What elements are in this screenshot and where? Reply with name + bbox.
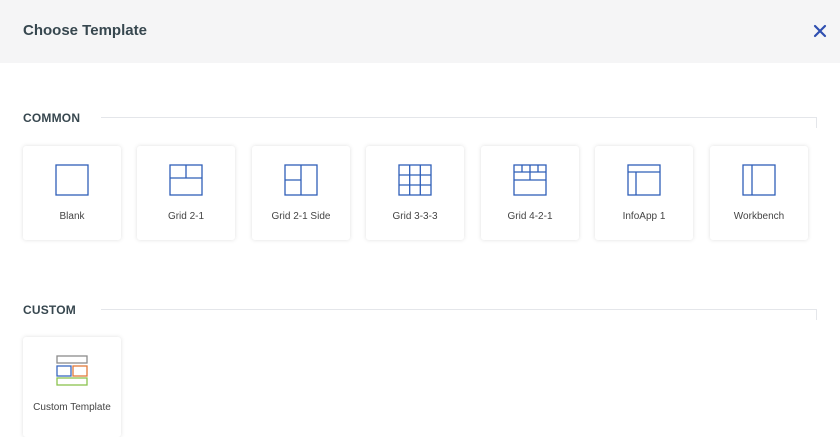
template-label: Blank xyxy=(59,211,85,222)
dialog-header: Choose Template xyxy=(0,0,840,63)
workbench-icon xyxy=(742,164,776,196)
custom-template-icon xyxy=(56,355,88,386)
template-label: Custom Template xyxy=(33,402,111,413)
template-label: Grid 2-1 xyxy=(167,211,205,222)
blank-layout-icon xyxy=(55,164,89,196)
template-card-blank[interactable]: Blank xyxy=(23,146,121,240)
section-label-custom: CUSTOM xyxy=(23,303,76,317)
template-card-custom-template[interactable]: Custom Template xyxy=(23,337,121,437)
template-card-grid-4-2-1[interactable]: Grid 4-2-1 xyxy=(481,146,579,240)
template-label: InfoApp 1 xyxy=(622,211,666,222)
template-label: Grid 2-1 Side xyxy=(271,211,331,222)
template-card-workbench[interactable]: Workbench xyxy=(710,146,808,240)
grid-2-1-icon xyxy=(169,164,203,196)
template-card-infoapp-1[interactable]: InfoApp 1 xyxy=(595,146,693,240)
template-label: Grid 3-3-3 xyxy=(392,211,438,222)
close-button[interactable] xyxy=(809,20,831,42)
grid-2-1-side-icon xyxy=(284,164,318,196)
template-card-grid-2-1-side[interactable]: Grid 2-1 Side xyxy=(252,146,350,240)
close-icon xyxy=(813,24,827,38)
section-divider xyxy=(101,309,817,320)
template-label: Workbench xyxy=(733,211,785,222)
dialog-title: Choose Template xyxy=(23,22,147,39)
grid-3-3-3-icon xyxy=(398,164,432,196)
section-label-common: COMMON xyxy=(23,111,81,125)
template-card-grid-2-1[interactable]: Grid 2-1 xyxy=(137,146,235,240)
section-divider xyxy=(101,117,817,128)
grid-4-2-1-icon xyxy=(513,164,547,196)
infoapp-1-icon xyxy=(627,164,661,196)
template-card-grid-3-3-3[interactable]: Grid 3-3-3 xyxy=(366,146,464,240)
template-label: Grid 4-2-1 xyxy=(507,211,553,222)
